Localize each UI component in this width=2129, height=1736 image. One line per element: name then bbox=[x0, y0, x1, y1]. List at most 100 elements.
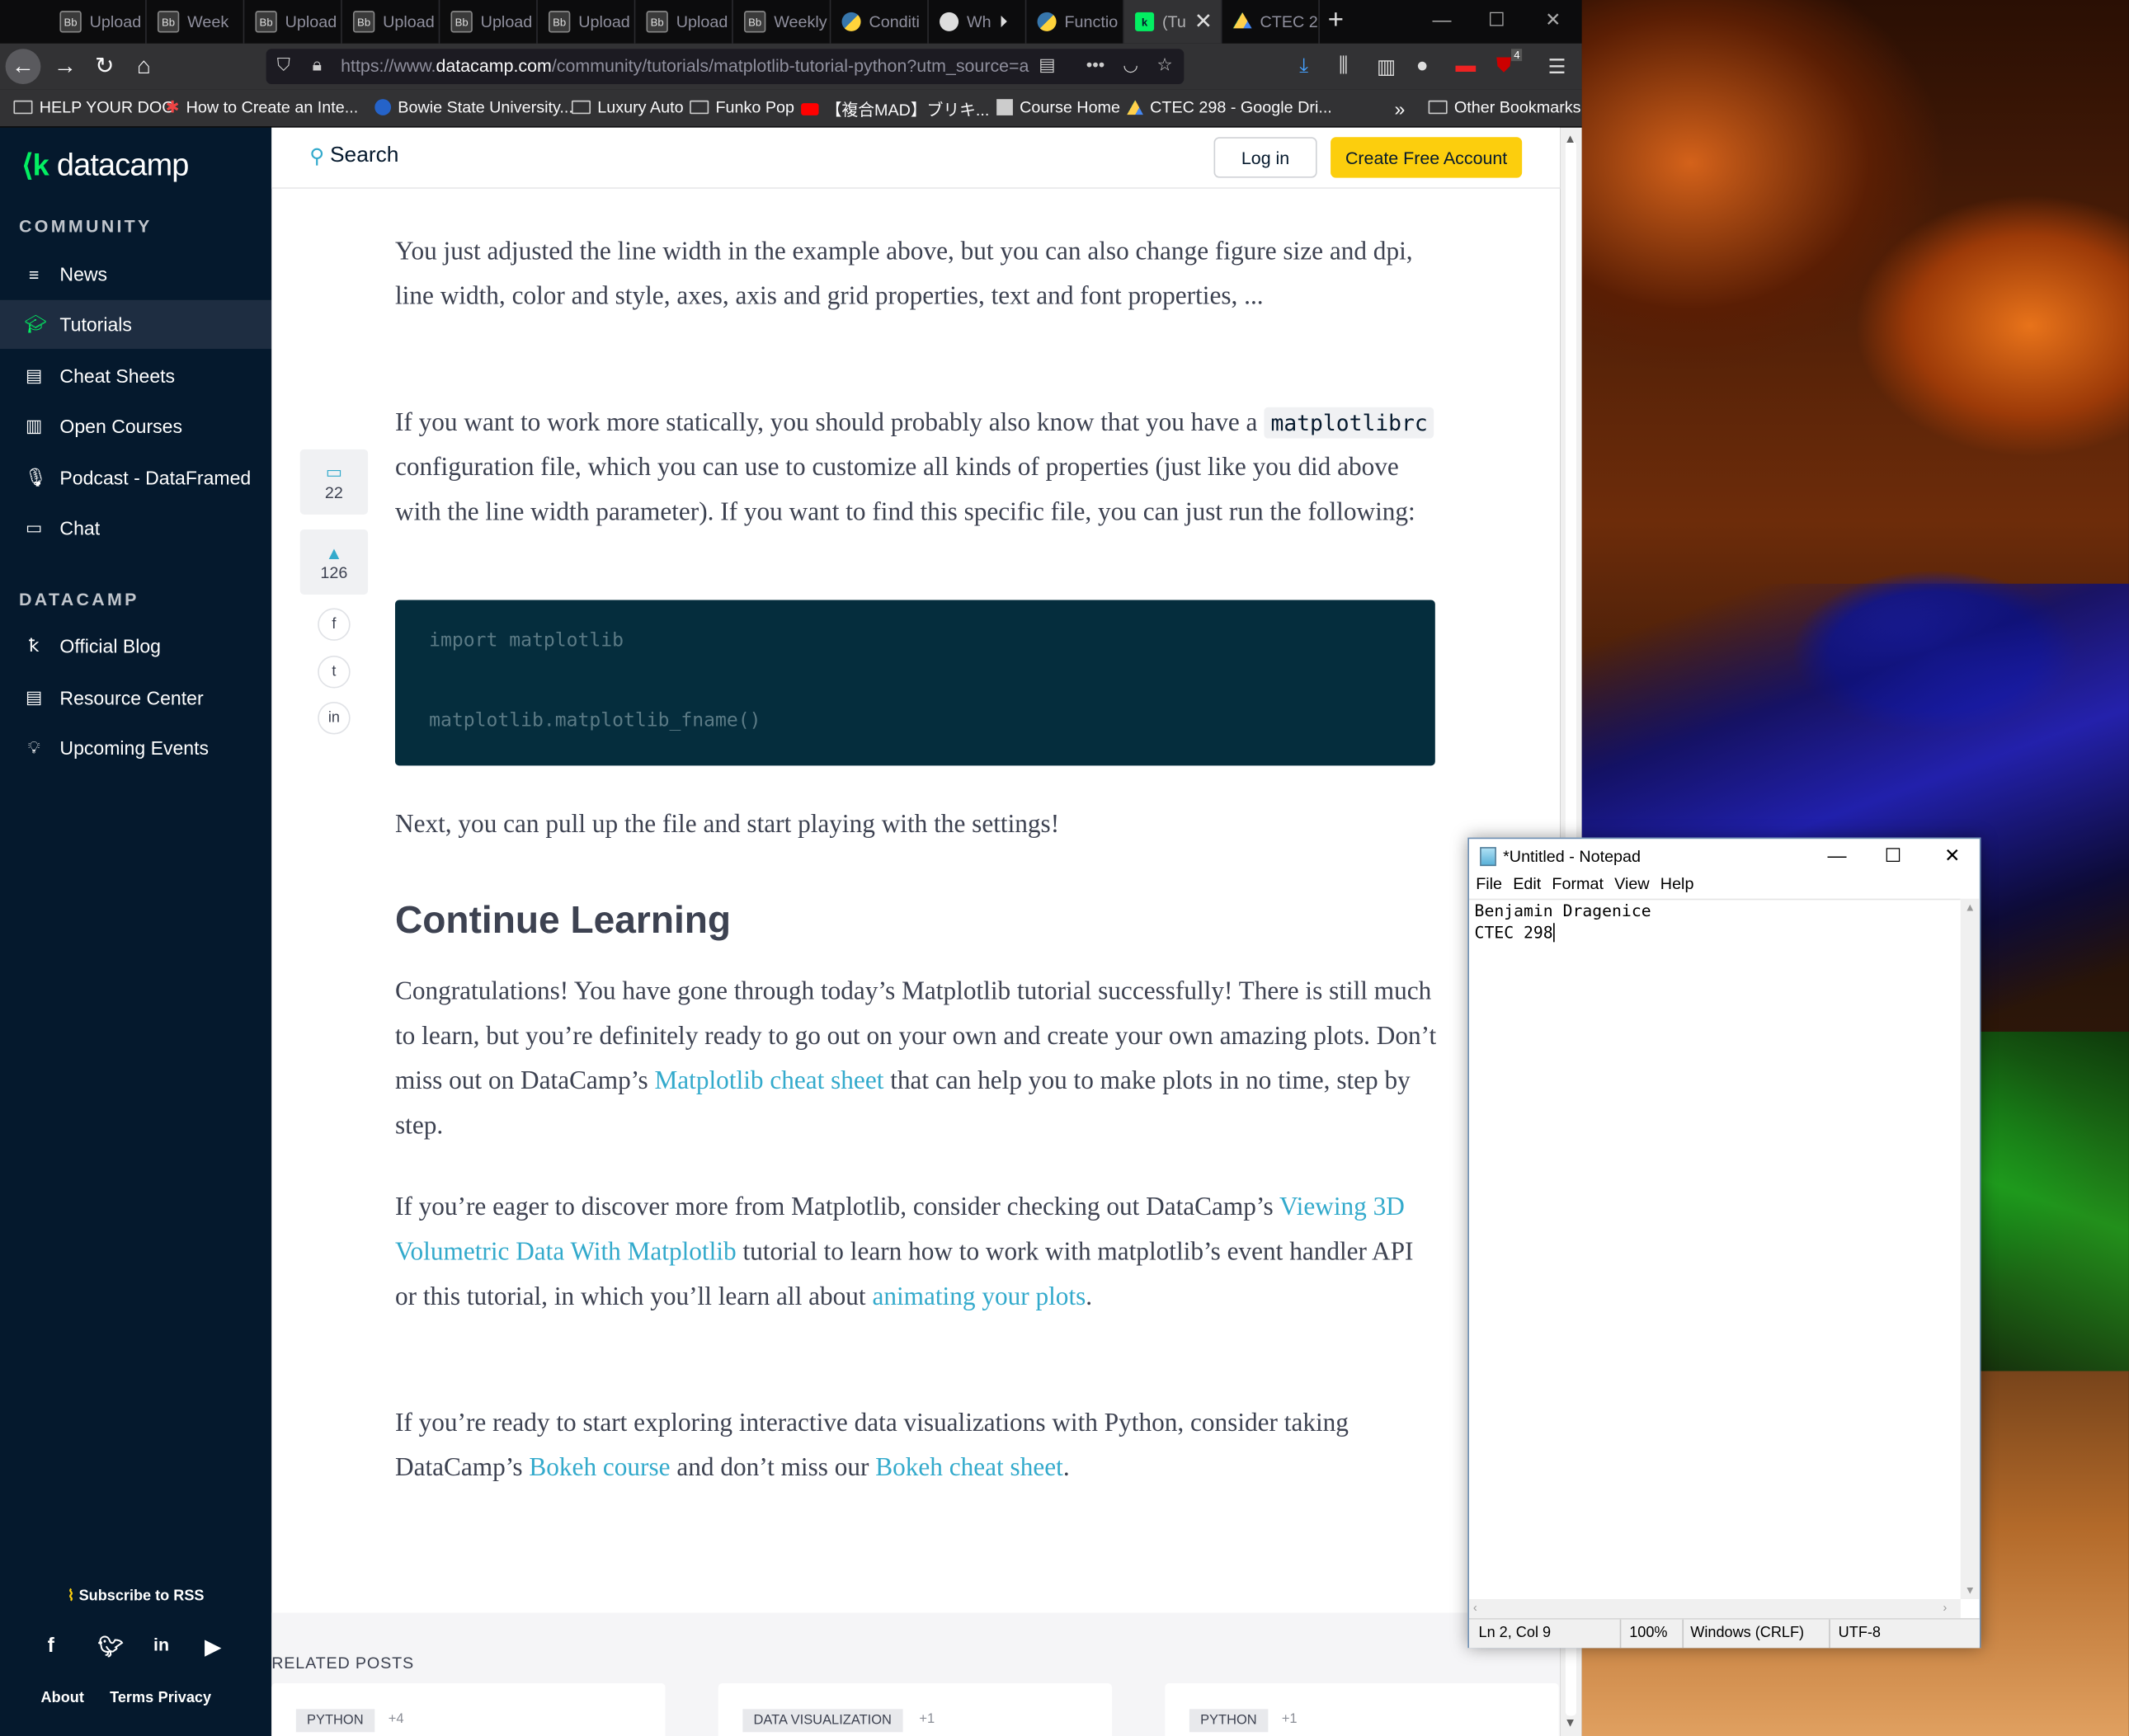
url-text[interactable]: https://www.datacamp.com/community/tutor… bbox=[341, 55, 1033, 76]
datacamp-logo[interactable]: ⟨k datacamp bbox=[21, 147, 189, 183]
extension-icon[interactable]: ▬ bbox=[1456, 54, 1477, 78]
bookmark-item[interactable]: Luxury Auto bbox=[571, 98, 684, 117]
youtube-icon[interactable]: ▶ bbox=[205, 1635, 221, 1658]
facebook-icon[interactable]: f bbox=[48, 1635, 54, 1658]
linkedin-icon[interactable]: in bbox=[153, 1635, 169, 1655]
notepad-text-area[interactable]: Benjamin Dragenice CTEC 298 bbox=[1468, 898, 1961, 1599]
scroll-up-icon[interactable]: ▲ bbox=[1965, 901, 1976, 914]
notepad-title-bar[interactable]: *Untitled - Notepad bbox=[1469, 839, 1980, 874]
browser-tab[interactable]: Bb Week bbox=[147, 0, 245, 44]
browser-tab[interactable]: Functio bbox=[1026, 0, 1124, 44]
sidebar-toggle-icon[interactable]: ▥ bbox=[1377, 54, 1396, 78]
comments-button[interactable]: ▭ 22 bbox=[299, 449, 369, 515]
related-post-card[interactable]: DATA VISUALIZATION +1 bbox=[718, 1683, 1113, 1736]
linkedin-share-icon[interactable]: in bbox=[318, 701, 351, 735]
scroll-down-icon[interactable]: ▼ bbox=[1564, 1716, 1576, 1729]
maximize-icon[interactable]: ☐ bbox=[1488, 8, 1505, 31]
browser-tab[interactable]: Bb Upload bbox=[342, 0, 440, 44]
browser-tab[interactable]: Conditi bbox=[831, 0, 929, 44]
ublock-icon[interactable]: ⛊ bbox=[1496, 54, 1512, 78]
notepad-horizontal-scrollbar[interactable]: ‹ › bbox=[1468, 1598, 1961, 1619]
bookmark-item[interactable]: 【複合MAD】ブリキ... bbox=[801, 98, 989, 121]
search-button[interactable]: ⚲ Search bbox=[309, 143, 398, 168]
bookmark-item[interactable]: Funko Pop bbox=[690, 98, 794, 117]
bookmark-item[interactable]: Bowie State University... bbox=[374, 98, 573, 117]
browser-tab[interactable]: Bb Upload bbox=[440, 0, 538, 44]
bookmark-star-icon[interactable]: ☆ bbox=[1156, 54, 1172, 76]
related-post-card[interactable]: PYTHON +4 bbox=[271, 1683, 666, 1736]
scroll-right-icon[interactable]: › bbox=[1943, 1601, 1947, 1614]
forward-icon[interactable]: → bbox=[50, 52, 80, 82]
create-account-button[interactable]: Create Free Account bbox=[1331, 137, 1523, 178]
scroll-down-icon[interactable]: ▼ bbox=[1965, 1584, 1976, 1597]
related-post-card[interactable]: PYTHON +1 bbox=[1165, 1683, 1559, 1736]
sidebar-item-news[interactable]: ≡ News bbox=[0, 250, 271, 299]
scroll-up-icon[interactable]: ▲ bbox=[1564, 132, 1576, 145]
browser-tab[interactable]: Bb Upload bbox=[635, 0, 733, 44]
notepad-vertical-scrollbar[interactable]: ▲ ▼ bbox=[1960, 898, 1980, 1599]
menu-file[interactable]: File bbox=[1476, 874, 1502, 899]
minimize-icon[interactable]: — bbox=[1828, 844, 1847, 866]
sidebar-item-official-blog[interactable]: ꝁ Official Blog bbox=[0, 622, 271, 670]
code-block[interactable]: import matplotlib matplotlib.matplotlib_… bbox=[394, 600, 1435, 766]
browser-tab[interactable]: Bb Upload bbox=[244, 0, 342, 44]
browser-tab[interactable]: Bb Upload bbox=[538, 0, 636, 44]
menu-edit[interactable]: Edit bbox=[1513, 874, 1541, 899]
notepad-window[interactable]: *Untitled - Notepad — ☐ ✕ File Edit Form… bbox=[1467, 837, 1981, 1649]
sidebar-item-tutorials[interactable]: 🎓︎ Tutorials bbox=[0, 299, 272, 350]
upvote-button[interactable]: ▲ 126 bbox=[299, 529, 369, 595]
bookmark-item[interactable]: HELP YOUR DOG bbox=[13, 98, 175, 117]
maximize-icon[interactable]: ☐ bbox=[1885, 844, 1902, 868]
back-icon[interactable]: ← bbox=[5, 49, 41, 85]
facebook-share-icon[interactable]: f bbox=[318, 608, 351, 641]
bookmark-item[interactable]: CTEC 298 - Google Dri... bbox=[1127, 98, 1332, 117]
menu-help[interactable]: Help bbox=[1660, 874, 1694, 899]
menu-format[interactable]: Format bbox=[1552, 874, 1604, 899]
bokeh-cheat-sheet-link[interactable]: Bokeh cheat sheet bbox=[875, 1454, 1063, 1483]
audio-play-icon[interactable]: ⏵ bbox=[999, 12, 1007, 32]
sidebar-item-podcast[interactable]: 🎙︎ Podcast - DataFramed bbox=[0, 454, 271, 502]
sidebar-item-open-courses[interactable]: ▥ Open Courses bbox=[0, 402, 271, 450]
browser-tab-active[interactable]: k (Tu ✕ bbox=[1123, 0, 1222, 44]
tag-chip[interactable]: DATA VISUALIZATION bbox=[742, 1709, 903, 1733]
home-icon[interactable]: ⌂ bbox=[129, 52, 158, 82]
download-icon[interactable]: ⤓ bbox=[1299, 54, 1308, 78]
reload-icon[interactable]: ↻ bbox=[90, 52, 120, 82]
new-tab-icon[interactable]: + bbox=[1328, 6, 1344, 37]
menu-icon[interactable]: ☰ bbox=[1547, 54, 1566, 78]
tag-chip[interactable]: PYTHON bbox=[1189, 1709, 1268, 1733]
sidebar-item-resource-center[interactable]: ▤ Resource Center bbox=[0, 673, 271, 722]
browser-tab[interactable]: CTEC 2 bbox=[1222, 0, 1320, 44]
minimize-icon[interactable]: — bbox=[1433, 8, 1452, 30]
close-icon[interactable]: ✕ bbox=[1944, 844, 1960, 868]
twitter-share-icon[interactable]: t bbox=[318, 656, 351, 689]
google-drive-icon bbox=[1232, 12, 1252, 29]
reader-view-icon[interactable]: ▤ bbox=[1039, 54, 1055, 76]
account-icon[interactable]: ● bbox=[1416, 54, 1429, 78]
matplotlib-cheat-sheet-link[interactable]: Matplotlib cheat sheet bbox=[654, 1067, 883, 1096]
browser-tab[interactable]: Bb Upload bbox=[49, 0, 147, 44]
login-button[interactable]: Log in bbox=[1213, 137, 1317, 178]
tag-chip[interactable]: PYTHON bbox=[295, 1709, 374, 1733]
bokeh-course-link[interactable]: Bokeh course bbox=[529, 1454, 670, 1483]
subscribe-rss-link[interactable]: ⌇ Subscribe to RSS bbox=[0, 1587, 271, 1605]
browser-tab[interactable]: Wh ⏵ bbox=[929, 0, 1027, 44]
animating-plots-link[interactable]: animating your plots bbox=[872, 1282, 1086, 1311]
overflow-chevron-icon[interactable]: » bbox=[1394, 98, 1405, 120]
more-actions-icon[interactable]: ••• bbox=[1086, 54, 1105, 75]
twitter-icon[interactable]: 🐦︎ bbox=[98, 1635, 124, 1658]
bookmark-item[interactable]: ✱ How to Create an Inte... bbox=[166, 98, 358, 117]
scroll-left-icon[interactable]: ‹ bbox=[1473, 1601, 1477, 1614]
close-window-icon[interactable]: ✕ bbox=[1545, 8, 1561, 31]
menu-view[interactable]: View bbox=[1614, 874, 1649, 899]
sidebar-item-cheat-sheets[interactable]: ▤ Cheat Sheets bbox=[0, 351, 271, 400]
shield-icon[interactable]: ⛉ bbox=[277, 54, 290, 76]
library-icon[interactable]: ⫼ bbox=[1339, 54, 1348, 78]
browser-tab[interactable]: Bb Weekly bbox=[733, 0, 831, 44]
sidebar-item-upcoming-events[interactable]: 💡︎ Upcoming Events bbox=[0, 723, 271, 772]
bookmark-item[interactable]: Other Bookmarks bbox=[1428, 98, 1581, 117]
sidebar-item-chat[interactable]: ▭ Chat bbox=[0, 504, 271, 553]
bookmark-item[interactable]: Course Home bbox=[996, 98, 1120, 117]
pocket-icon[interactable]: ◡ bbox=[1123, 54, 1138, 76]
close-tab-icon[interactable]: ✕ bbox=[1194, 8, 1213, 35]
